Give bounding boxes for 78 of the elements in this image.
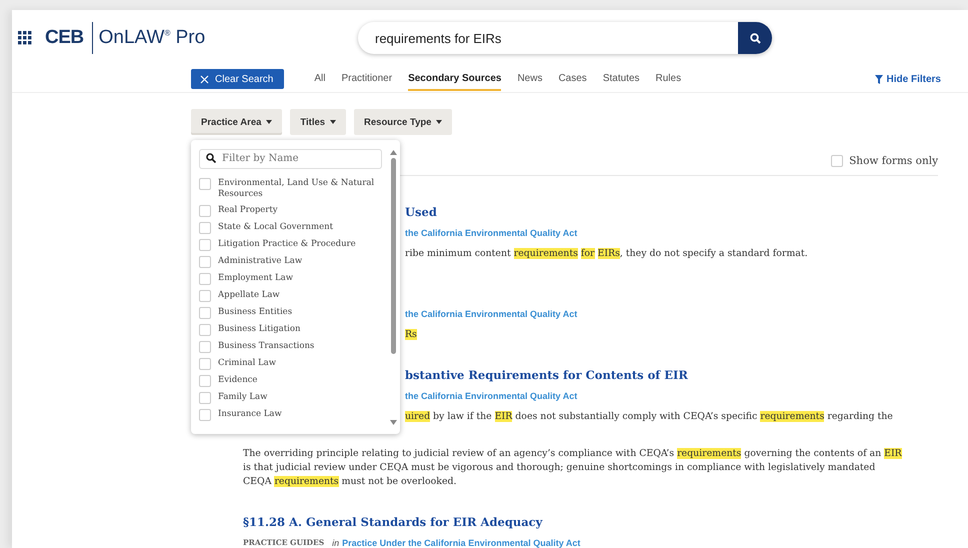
practice-area-option[interactable]: Litigation Practice & Procedure — [199, 237, 379, 254]
checkbox[interactable] — [199, 341, 211, 353]
checkbox[interactable] — [199, 375, 211, 387]
option-label: Evidence — [218, 375, 258, 386]
checkbox[interactable] — [199, 178, 211, 190]
checkbox[interactable] — [199, 290, 211, 302]
logo-text: CEB — [45, 27, 84, 49]
practice-area-option[interactable]: Environmental, Land Use & Natural Resources — [199, 176, 379, 203]
checkbox[interactable] — [199, 307, 211, 319]
checkbox[interactable] — [199, 392, 211, 404]
result-title-link[interactable]: §11.28 A. General Standards for EIR Adequacy — [243, 514, 542, 528]
option-label: Family Law — [218, 392, 268, 403]
tab[interactable]: Rules — [656, 73, 682, 91]
practice-area-option[interactable]: Business Entities — [199, 305, 379, 322]
option-label: State & Local Government — [218, 222, 333, 233]
filter-field[interactable]: Filter by Name — [199, 148, 382, 168]
checkbox[interactable] — [199, 409, 211, 421]
practice-area-option[interactable]: Family Law — [199, 390, 379, 407]
filter-dropdown[interactable]: Practice Area — [191, 109, 282, 135]
scroll-up-icon[interactable] — [390, 150, 397, 155]
apps-grid-icon[interactable] — [18, 31, 32, 45]
caret-icon — [436, 120, 442, 124]
option-label: Litigation Practice & Procedure — [218, 239, 356, 250]
option-label: Criminal Law — [218, 358, 276, 369]
option-label: Appellate Law — [218, 290, 280, 301]
tab[interactable]: Practitioner — [341, 73, 392, 91]
practice-area-option[interactable]: Real Property — [199, 203, 379, 220]
tab[interactable]: Statutes — [602, 73, 640, 91]
close-icon — [200, 74, 209, 84]
checkbox[interactable] — [199, 222, 211, 234]
scrollbar-thumb[interactable] — [391, 158, 396, 354]
checkbox[interactable] — [199, 239, 211, 251]
filter-dropdown[interactable]: Resource Type — [354, 109, 452, 135]
practice-area-option[interactable]: Administrative Law — [199, 254, 379, 271]
practice-area-option[interactable]: Employment Law — [199, 271, 379, 288]
hide-filters-button[interactable]: Hide Filters — [874, 74, 941, 84]
in-label: in — [332, 538, 340, 548]
practice-area-option[interactable]: State & Local Government — [199, 220, 379, 237]
practice-area-option[interactable]: Insurance Law — [199, 407, 379, 424]
result-title-link[interactable]: Used — [405, 204, 437, 218]
checkbox[interactable] — [199, 358, 211, 370]
checkbox[interactable] — [199, 205, 211, 217]
result-title-link[interactable]: bstantive Requirements for Contents of EIR — [405, 368, 688, 382]
practice-area-option[interactable]: Business Transactions — [199, 339, 379, 356]
option-label: Employment Law — [218, 273, 294, 284]
tab[interactable]: All — [314, 73, 326, 91]
search-button[interactable] — [738, 22, 772, 54]
option-label: Real Property — [218, 205, 278, 216]
product-name: OnLAW$^{®}$ Pro — [98, 27, 206, 49]
practice-area-option[interactable]: Criminal Law — [199, 356, 379, 373]
practice-area-option[interactable]: Evidence — [199, 373, 379, 390]
tab[interactable]: Cases — [558, 73, 587, 91]
caret-icon — [330, 120, 336, 124]
checkbox[interactable] — [199, 273, 211, 285]
checkbox[interactable] — [199, 256, 211, 268]
result-snippet: Rs — [405, 329, 417, 340]
option-label: Business Entities — [218, 307, 292, 318]
scroll-down-icon[interactable] — [390, 420, 397, 425]
checkbox[interactable] — [199, 324, 211, 336]
tab[interactable]: News — [517, 73, 542, 91]
option-label: Business Litigation — [218, 324, 300, 335]
option-label: Environmental, Land Use & Natural Resources — [218, 178, 376, 200]
search-field[interactable]: requirements for EIRs — [358, 22, 738, 54]
tab[interactable]: Secondary Sources — [408, 73, 502, 91]
filter-icon — [874, 74, 883, 84]
filter-dropdown[interactable]: Titles — [290, 109, 346, 135]
option-label: Administrative Law — [218, 256, 302, 267]
checkbox[interactable] — [831, 155, 844, 167]
result-snippet: ribe minimum content requirements for EIRs, they do not specify a standard format. — [405, 248, 808, 259]
result-paragraph: The overriding principle relating to judicial review of an agency’s compliance with CEQA’s requirements governing the contents of an EIR is that judicial review under CEQA must be vigorous and thorough; genuine shortcomings in compliance with legislatively mandated CEQA requirements must not be overlooked. — [243, 447, 903, 489]
option-label: Business Transactions — [218, 341, 314, 352]
search-icon — [750, 32, 760, 44]
practice-area-option[interactable]: Business Litigation — [199, 322, 379, 339]
checkbox-label: Show forms only — [849, 155, 938, 167]
caret-icon — [266, 120, 272, 124]
option-label: Insurance Law — [218, 409, 282, 420]
practice-area-option[interactable]: Appellate Law — [199, 288, 379, 305]
clear-search-button[interactable]: Clear Search — [191, 69, 284, 89]
